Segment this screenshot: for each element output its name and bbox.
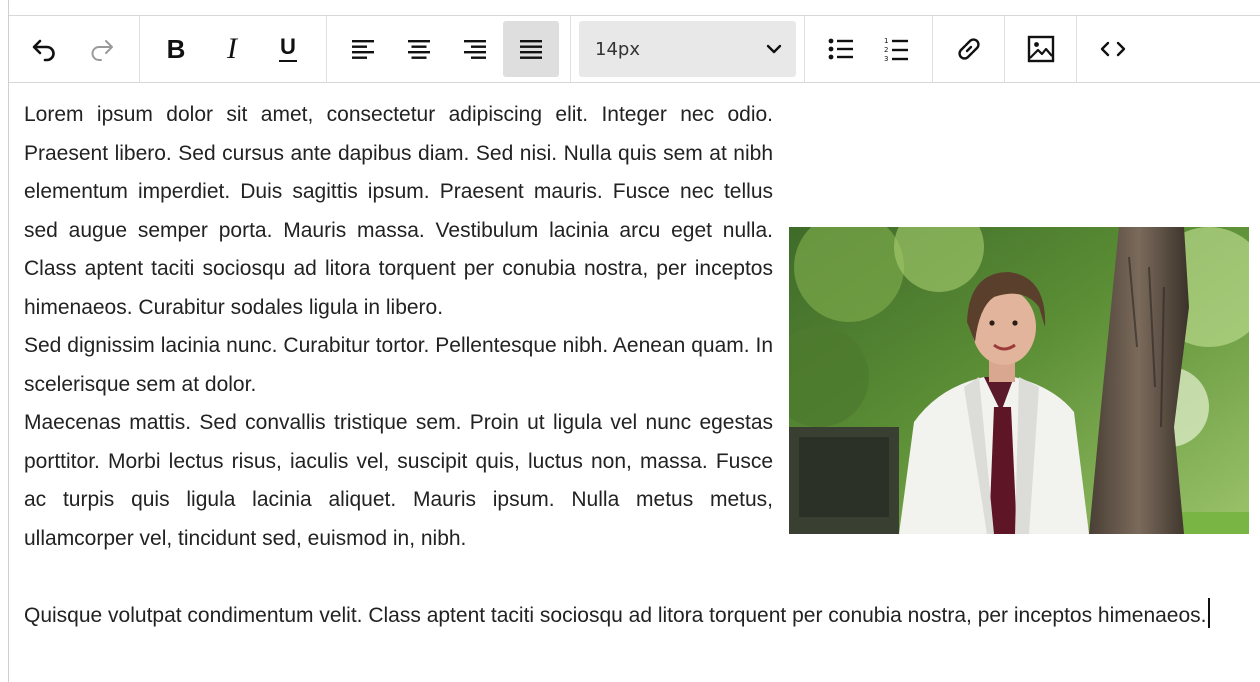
content-layout: Lorem ipsum dolor sit amet, consectetur … bbox=[24, 96, 1259, 635]
image-icon bbox=[1027, 35, 1054, 63]
code-view-button[interactable] bbox=[1085, 21, 1141, 77]
italic-button[interactable]: I bbox=[204, 21, 260, 77]
align-center-button[interactable] bbox=[391, 21, 447, 77]
svg-text:3: 3 bbox=[884, 55, 888, 63]
italic-icon: I bbox=[227, 32, 237, 65]
svg-text:2: 2 bbox=[884, 46, 888, 54]
code-icon bbox=[1100, 41, 1126, 57]
text-cursor bbox=[1207, 597, 1210, 628]
editor-toolbar: B I U 14px 1 2 3 bbox=[9, 15, 1260, 83]
underline-button[interactable]: U bbox=[260, 21, 316, 77]
redo-icon bbox=[91, 40, 113, 61]
paragraph-4: Quisque volutpat condimentum velit. Clas… bbox=[24, 597, 1259, 636]
align-left-icon bbox=[352, 40, 374, 59]
empty-line bbox=[24, 558, 1259, 597]
paragraph-1-body: Lorem ipsum dolor sit amet, consectetur … bbox=[24, 103, 773, 319]
inline-photo[interactable] bbox=[789, 227, 1249, 534]
font-size-value: 14px bbox=[595, 38, 640, 60]
underline-glyph: U bbox=[280, 33, 296, 59]
undo-button[interactable] bbox=[17, 21, 73, 77]
redo-button[interactable] bbox=[73, 21, 129, 77]
image-group bbox=[1005, 16, 1077, 82]
bulleted-list-icon bbox=[828, 38, 853, 60]
numbered-list-button[interactable]: 1 2 3 bbox=[869, 21, 925, 77]
align-right-button[interactable] bbox=[447, 21, 503, 77]
insert-image-button[interactable] bbox=[1013, 21, 1068, 77]
align-center-icon bbox=[408, 40, 430, 59]
align-left-button[interactable] bbox=[335, 21, 391, 77]
link-icon bbox=[957, 38, 980, 60]
undo-icon bbox=[32, 39, 55, 62]
text-format-group: B I U bbox=[140, 16, 327, 82]
font-size-group: 14px bbox=[571, 16, 805, 82]
numbered-list-icon: 1 2 3 bbox=[884, 37, 909, 63]
paragraph-2-body: Sed dignissim lacinia nunc. Curabitur to… bbox=[24, 334, 773, 396]
align-justify-button[interactable] bbox=[503, 21, 559, 77]
code-group bbox=[1077, 16, 1149, 82]
bold-button[interactable]: B bbox=[148, 21, 204, 77]
align-right-icon bbox=[464, 40, 486, 59]
align-justify-icon bbox=[520, 40, 542, 59]
svg-text:1: 1 bbox=[884, 37, 888, 45]
bulleted-list-button[interactable] bbox=[813, 21, 869, 77]
insert-link-button[interactable] bbox=[941, 21, 996, 77]
photo-woman-lab-coat bbox=[789, 227, 1249, 534]
font-size-select[interactable]: 14px bbox=[579, 21, 796, 77]
link-group bbox=[933, 16, 1005, 82]
underline-icon: U bbox=[279, 33, 297, 63]
alignment-group bbox=[327, 16, 571, 82]
chevron-down-icon bbox=[766, 44, 782, 54]
lists-group: 1 2 3 bbox=[805, 16, 933, 82]
rich-text-editor: B I U 14px 1 2 3 Lorem ipsum dolor sit a… bbox=[8, 0, 1260, 682]
paragraph-3-body: Maecenas mattis. Sed convallis tristique… bbox=[24, 411, 773, 550]
history-group bbox=[9, 16, 140, 82]
underline-bar bbox=[279, 59, 297, 63]
paragraph-4-body: Quisque volutpat condimentum velit. Clas… bbox=[24, 603, 1207, 627]
bold-icon: B bbox=[166, 33, 186, 64]
